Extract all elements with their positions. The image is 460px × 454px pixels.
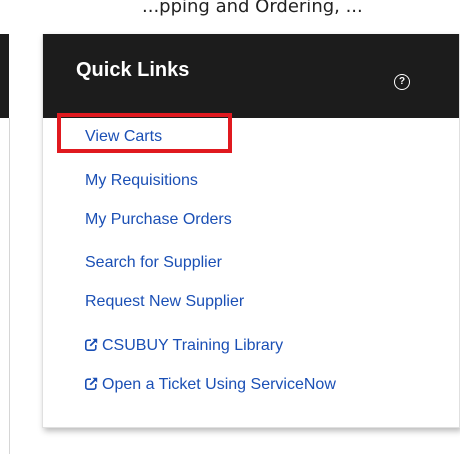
- link-label: Open a Ticket Using ServiceNow: [102, 376, 336, 393]
- link-request-new-supplier[interactable]: Request New Supplier: [85, 293, 244, 311]
- link-label: My Requisitions: [85, 172, 198, 189]
- link-search-for-supplier[interactable]: Search for Supplier: [85, 254, 222, 272]
- link-label: Search for Supplier: [85, 254, 222, 271]
- widget-header: Quick Links ?: [43, 34, 459, 118]
- link-open-ticket-servicenow[interactable]: Open a Ticket Using ServiceNow: [85, 376, 336, 394]
- link-csubuy-training-library[interactable]: CSUBUY Training Library: [85, 337, 283, 355]
- link-my-purchase-orders[interactable]: My Purchase Orders: [85, 211, 232, 229]
- page-canvas: ...pping and Ordering, ... Quick Links ?…: [0, 0, 460, 454]
- widget-title: Quick Links: [76, 59, 190, 81]
- external-link-icon: [85, 338, 98, 352]
- link-label: My Purchase Orders: [85, 211, 232, 228]
- quick-links-widget: Quick Links ?: [42, 34, 460, 428]
- link-label: CSUBUY Training Library: [102, 337, 284, 354]
- left-panel-header-edge: [0, 34, 9, 118]
- external-link-icon: [85, 377, 98, 391]
- help-icon[interactable]: ?: [394, 74, 410, 90]
- partial-top-text: ...pping and Ordering, ...: [142, 0, 363, 17]
- highlight-annotation-box: [57, 113, 232, 153]
- link-my-requisitions[interactable]: My Requisitions: [85, 172, 198, 190]
- link-label: Request New Supplier: [85, 293, 245, 310]
- left-panel-border: [9, 118, 10, 454]
